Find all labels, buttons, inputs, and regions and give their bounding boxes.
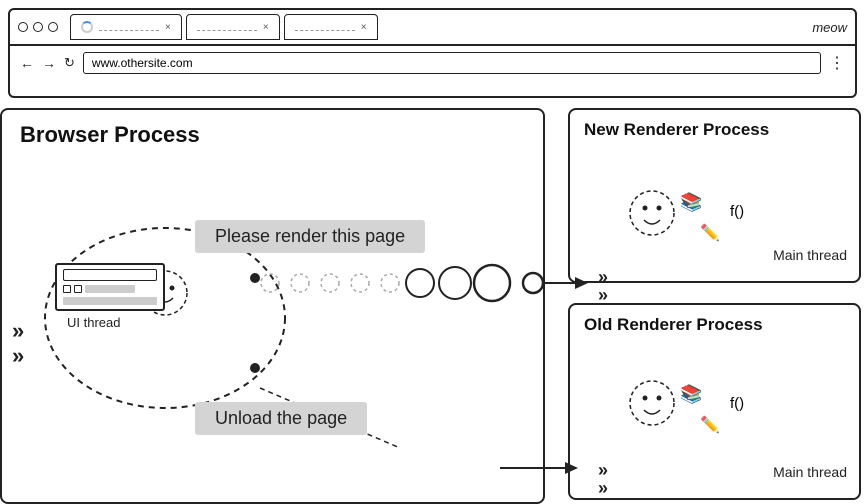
tab-close-1[interactable]: × xyxy=(165,22,171,33)
tab-close-2[interactable]: × xyxy=(263,22,269,33)
back-button[interactable]: ← xyxy=(20,55,34,71)
traffic-light-green xyxy=(48,22,58,32)
ui-btn-1 xyxy=(63,285,71,293)
ui-thread-label: UI thread xyxy=(67,315,120,330)
tab-bar: × × × meow xyxy=(10,10,855,46)
browser-chrome: × × × meow ← → ↻ ⋮ xyxy=(8,8,857,98)
traffic-light-yellow xyxy=(33,22,43,32)
unload-label: Unload the page xyxy=(195,402,367,435)
forward-button[interactable]: → xyxy=(42,55,56,71)
address-bar: ← → ↻ ⋮ xyxy=(10,46,855,80)
new-renderer-main-thread-label: Main thread xyxy=(773,247,847,263)
ui-thread-bar2 xyxy=(63,297,157,305)
ui-btn-2 xyxy=(74,285,82,293)
ui-thread-box-inner xyxy=(63,269,157,281)
menu-button[interactable]: ⋮ xyxy=(829,53,845,73)
tab-3[interactable]: × xyxy=(284,14,378,40)
ui-thread-box xyxy=(55,263,165,311)
svg-text:»: » xyxy=(598,285,608,305)
ui-thread-area: UI thread xyxy=(55,263,165,311)
please-render-label: Please render this page xyxy=(195,220,425,253)
diagram: » » » » » » 📚 ✏️ f() 📚 ✏️ f() Browser xyxy=(0,108,865,504)
address-input[interactable] xyxy=(83,52,821,74)
tab-close-3[interactable]: × xyxy=(361,22,367,33)
browser-process-label: Browser Process xyxy=(20,122,200,148)
new-renderer-box: New Renderer Process Main thread xyxy=(568,108,861,283)
loading-spinner xyxy=(81,21,93,33)
traffic-lights xyxy=(18,22,58,32)
traffic-light-red xyxy=(18,22,28,32)
old-renderer-label: Old Renderer Process xyxy=(584,315,763,335)
old-renderer-box: Old Renderer Process Main thread xyxy=(568,303,861,500)
old-renderer-main-thread-label: Main thread xyxy=(773,464,847,480)
new-renderer-label: New Renderer Process xyxy=(584,120,769,140)
tab-1[interactable]: × xyxy=(70,14,182,40)
ui-thread-box-btns xyxy=(63,285,135,293)
ui-bar xyxy=(85,285,135,293)
tab-2[interactable]: × xyxy=(186,14,280,40)
meow-label: meow xyxy=(812,20,847,35)
refresh-button[interactable]: ↻ xyxy=(64,55,75,71)
